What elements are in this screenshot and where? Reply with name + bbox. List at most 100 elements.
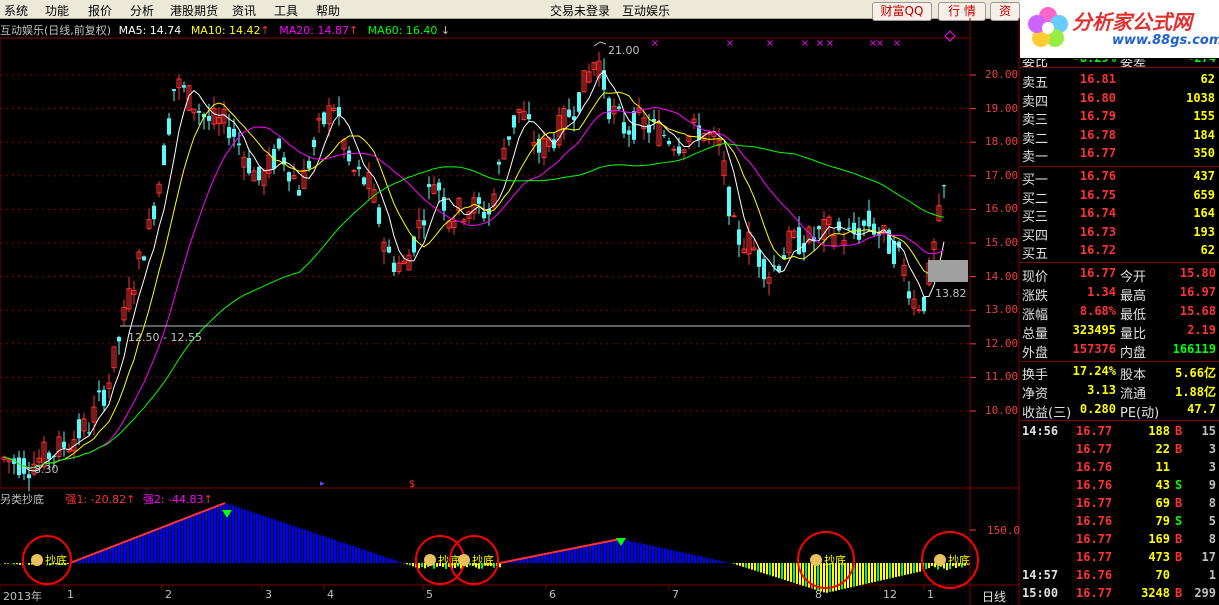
tick-count: 8 [1208, 532, 1216, 546]
indicator-bar [715, 559, 717, 563]
indicator-bar [904, 563, 906, 576]
candle-down [377, 207, 381, 224]
bottom-signal-label: 抄底 [45, 553, 67, 567]
price-axis-label: 16.00 [985, 202, 1019, 216]
indicator-bar [469, 563, 471, 566]
candle-down [17, 457, 21, 476]
tick-price: 16.77 [1076, 442, 1113, 456]
indicator-bar [541, 554, 543, 563]
indicator-bar [307, 530, 309, 563]
quote-separator [1020, 361, 1219, 362]
indicator-bar [337, 540, 339, 563]
candle-down [762, 259, 766, 280]
indicator-bar [631, 541, 633, 563]
quote-separator [1020, 166, 1219, 167]
indicator-bar [721, 561, 723, 563]
indicator-bar [394, 560, 396, 563]
indicator-bar [349, 544, 351, 563]
tick-side: B [1175, 532, 1183, 546]
indicator-bar [577, 547, 579, 563]
indicator-bar [889, 563, 891, 579]
range-annotation: 12.50 - 12.55 [128, 331, 202, 344]
candle-down [297, 190, 301, 196]
candle-down [662, 135, 666, 137]
indicator-bar [208, 509, 210, 563]
candle-down [162, 145, 166, 166]
indicator-bar [298, 527, 300, 563]
ask-volume: 62 [1200, 72, 1215, 86]
tick-side: B [1175, 442, 1183, 456]
indicator-bar [679, 551, 681, 563]
stat-value: 1.88亿 [1175, 385, 1216, 399]
indicator-bar [196, 514, 198, 563]
indicator-bar [769, 563, 771, 576]
indicator-bar [217, 506, 219, 563]
indicator-bar [7, 563, 9, 564]
indicator-bar [109, 547, 111, 563]
indicator-bar [184, 518, 186, 563]
indicator-bar [118, 544, 120, 563]
indicator-bar [385, 557, 387, 563]
ma10-line [3, 91, 945, 469]
indicator-bar [277, 520, 279, 563]
indicator-bar [304, 529, 306, 563]
indicator-bar [598, 543, 600, 563]
indicator-bar [355, 547, 357, 563]
stat-label: 外盘 [1022, 346, 1049, 361]
candle-down [847, 227, 851, 229]
indicator-bar [412, 563, 414, 567]
indicator-bar [697, 555, 699, 563]
indicator-bar [781, 563, 783, 580]
indicator-bar [151, 531, 153, 563]
candle-down [577, 92, 581, 112]
indicator-bar [925, 563, 927, 570]
indicator-bar [178, 521, 180, 563]
indicator-bar [250, 511, 252, 563]
ask-label: 卖一 [1022, 150, 1049, 165]
indicator-bar [301, 528, 303, 563]
event-marker: × [801, 38, 809, 49]
indicator-bar [352, 545, 354, 563]
tick-price: 16.77 [1076, 424, 1113, 438]
indicator-bar [154, 530, 156, 563]
candle-down [167, 118, 171, 135]
time-axis-label: 7 [672, 588, 679, 601]
indicator-bar [265, 516, 267, 563]
indicator-bar [763, 563, 765, 574]
time-axis-label: 1 [927, 588, 934, 601]
indicator-bar [292, 525, 294, 563]
tick-volume: 473 [1148, 550, 1170, 564]
indicator-bar [382, 556, 384, 563]
indicator-bar [547, 553, 549, 563]
money-bag-icon [458, 554, 470, 566]
stat-value: 3.13 [1087, 383, 1116, 397]
candle-down [77, 419, 81, 439]
bid-label: 买一 [1022, 173, 1049, 188]
candle-down [392, 262, 396, 272]
tick-count: 1 [1208, 568, 1216, 582]
candle-down [667, 140, 671, 145]
tick-price: 16.77 [1076, 586, 1113, 600]
indicator-bar [682, 552, 684, 563]
ask-label: 卖五 [1022, 76, 1049, 91]
indicator-bar [532, 556, 534, 563]
candle-down [627, 130, 631, 135]
indicator-bar [418, 563, 420, 569]
indicator-bar [310, 531, 312, 563]
indicator-bar [421, 563, 423, 568]
indicator-bar [628, 540, 630, 563]
candle-up [671, 148, 677, 151]
tick-price: 16.77 [1076, 532, 1113, 546]
bid-volume: 164 [1193, 206, 1215, 220]
stat-label: 内盘 [1120, 346, 1147, 361]
stat-value: 15.80 [1179, 266, 1216, 280]
indicator-bar [733, 563, 735, 564]
indicator-s2: 强2: -44.83 [142, 493, 204, 506]
indicator-bar [295, 526, 297, 563]
stat-value: 2.19 [1187, 323, 1216, 337]
candle-down [677, 146, 681, 154]
bottom-signal-label: 抄底 [948, 553, 970, 567]
candle-down [152, 205, 156, 220]
indicator-bar [856, 563, 858, 586]
stat-value: 16.97 [1179, 285, 1216, 299]
